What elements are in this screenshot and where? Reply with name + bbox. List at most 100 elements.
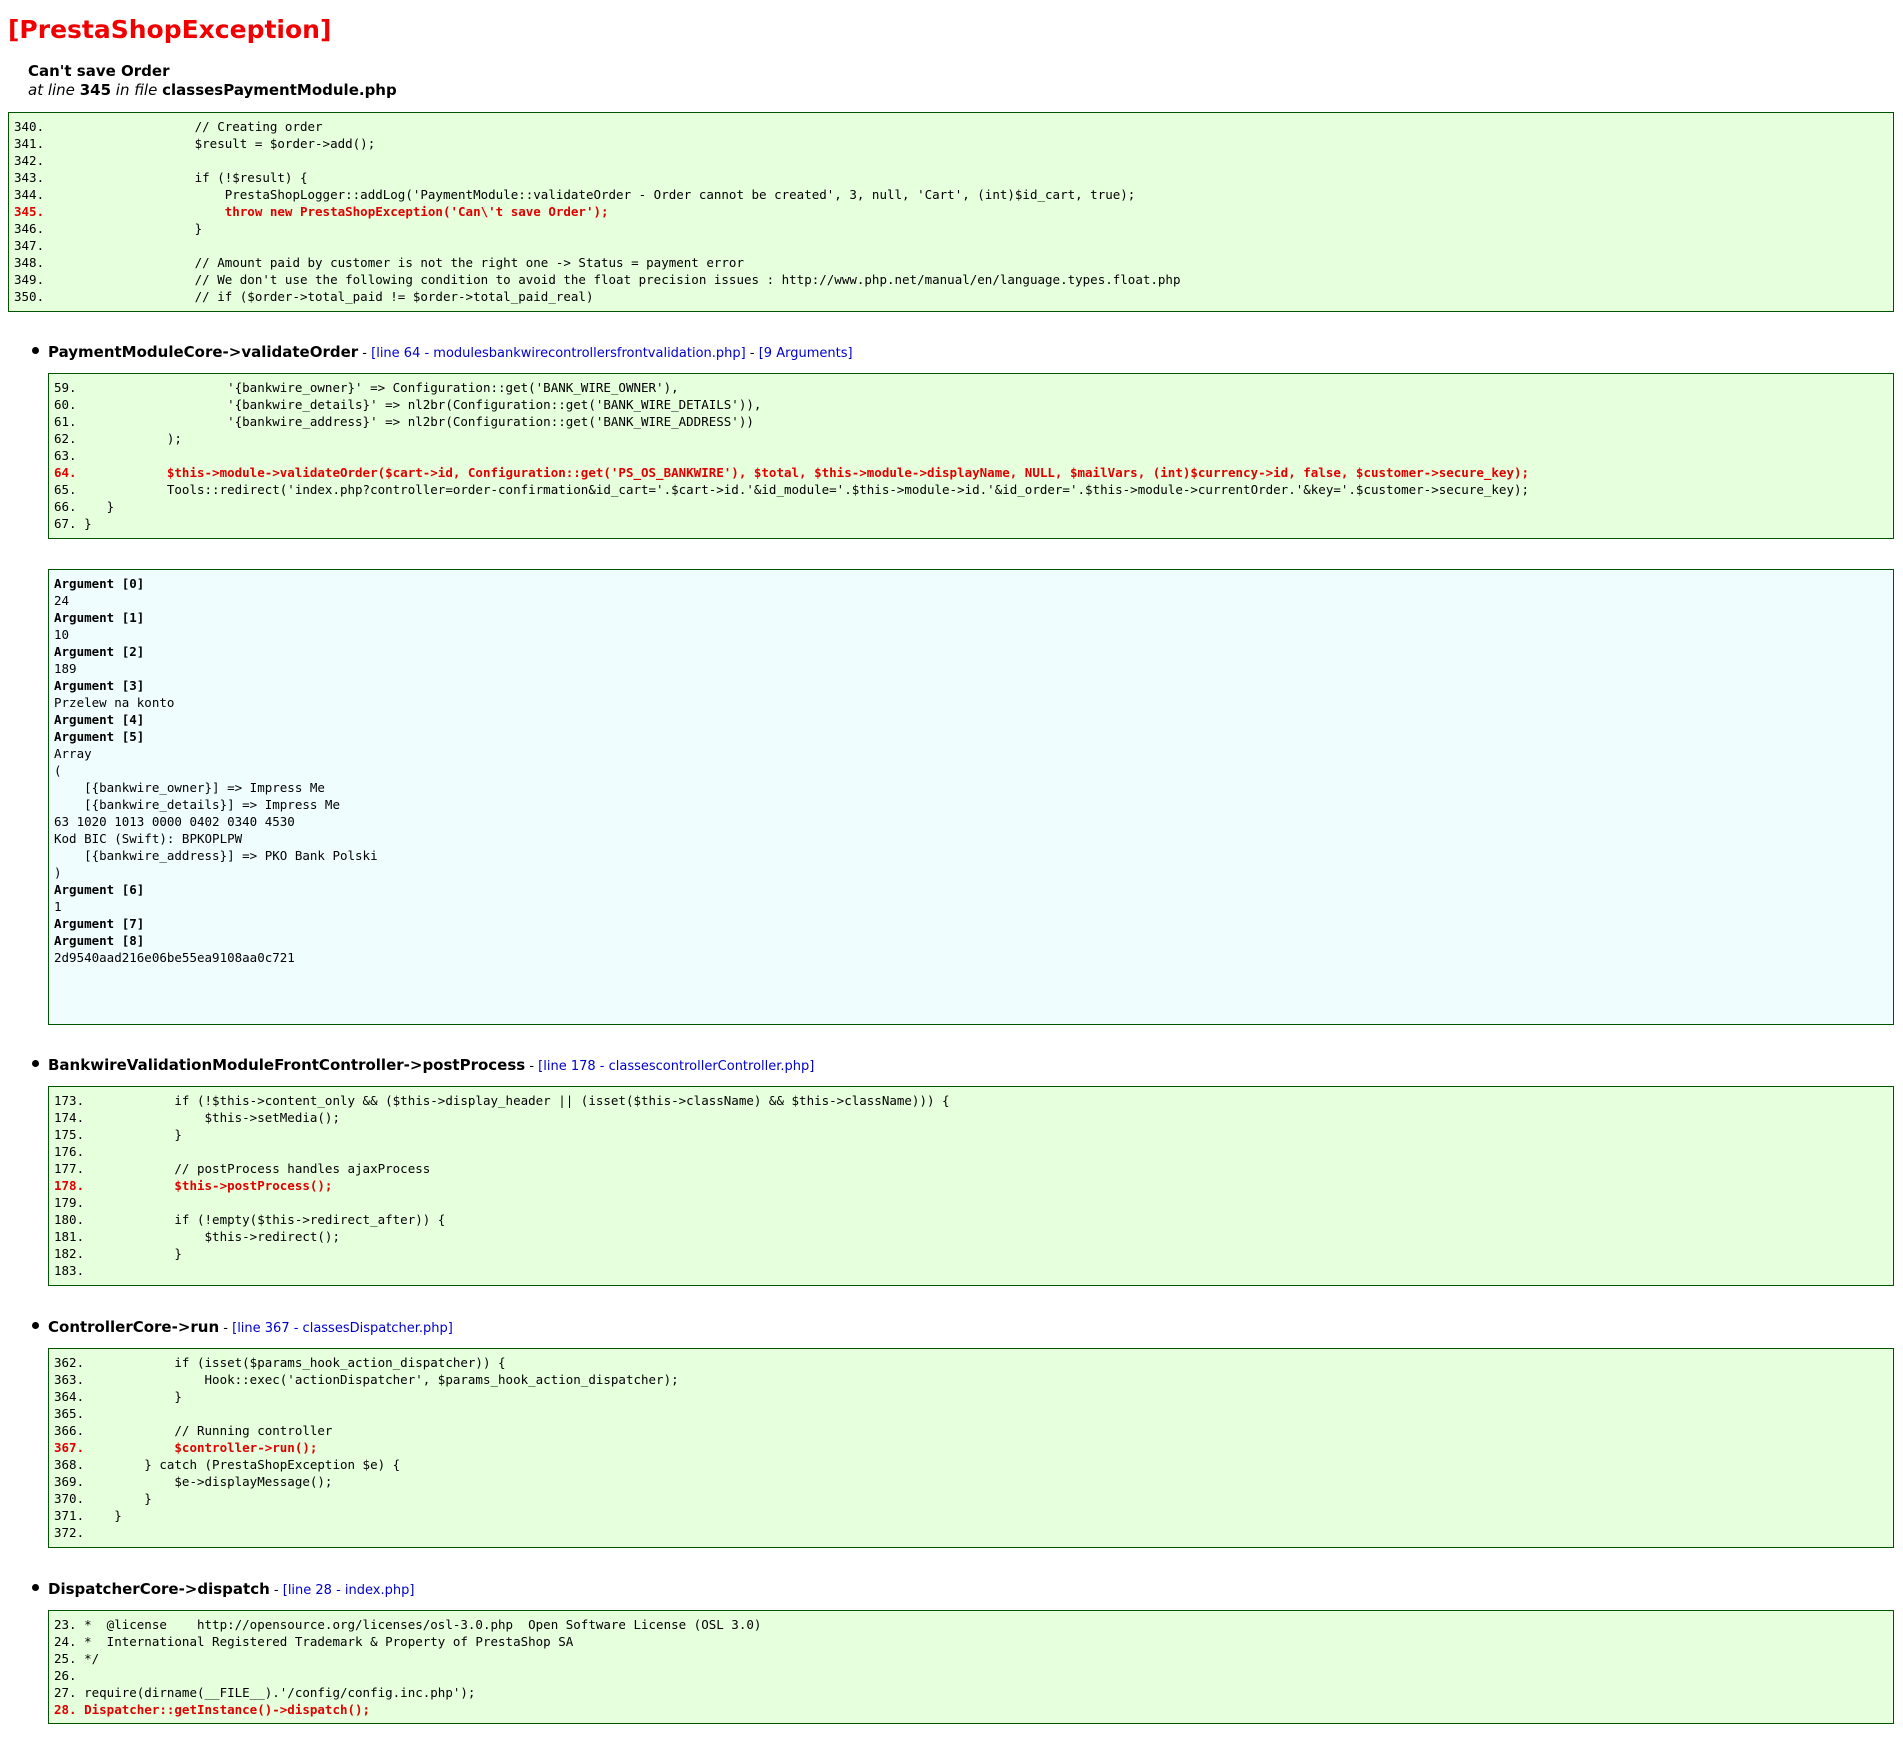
code-line: 180. if (!empty($this->redirect_after)) …: [54, 1212, 446, 1227]
argument-label: Argument [5]: [54, 729, 145, 744]
code-line: 368. } catch (PrestaShopException $e) {: [54, 1457, 401, 1472]
trace-arguments-link[interactable]: [9 Arguments]: [759, 346, 853, 361]
bullet-icon: [32, 1060, 39, 1067]
code-line: 344. PrestaShopLogger::addLog('PaymentMo…: [14, 187, 1136, 202]
code-line: 364. }: [54, 1389, 182, 1404]
trace-separator: -: [745, 346, 759, 361]
argument-label: Argument [6]: [54, 882, 145, 897]
error-message: Can't save Order: [28, 62, 170, 80]
argument-value: 1: [54, 899, 62, 914]
bullet-icon: [32, 1584, 39, 1591]
exception-title: [PrestaShopException]: [8, 15, 332, 44]
code-line: 59. '{bankwire_owner}' => Configuration:…: [54, 380, 679, 395]
argument-value: 24: [54, 593, 70, 608]
code-line: 372.: [54, 1525, 85, 1540]
trace-code-block: 173. if (!$this->content_only && ($this-…: [48, 1086, 1894, 1286]
trace-code-block: 59. '{bankwire_owner}' => Configuration:…: [48, 373, 1894, 539]
code-line: 371. }: [54, 1508, 122, 1523]
argument-label: Argument [0]: [54, 576, 145, 591]
bullet-icon: [32, 1322, 39, 1329]
argument-value: 189: [54, 661, 77, 676]
error-code-line: 345. throw new PrestaShopException('Can\…: [14, 204, 609, 219]
code-line: 63.: [54, 448, 77, 463]
exception-message: Can't save Order at line 345 in file cla…: [28, 62, 397, 100]
code-line: 23. * @license http://opensource.org/lic…: [54, 1617, 762, 1632]
trace-item-dispatch: DispatcherCore->dispatch - [line 28 - in…: [32, 1579, 414, 1601]
trace-function: PaymentModuleCore->validateOrder: [48, 343, 359, 361]
error-code-line: 367. $controller->run();: [54, 1440, 318, 1455]
trace-code-listing: 23. * @license http://opensource.org/lic…: [54, 1616, 1893, 1718]
code-line: 346. }: [14, 221, 203, 236]
code-line: 66. }: [54, 499, 115, 514]
code-line: 179.: [54, 1195, 85, 1210]
code-line: 25. */: [54, 1651, 100, 1666]
code-line: 366. // Running controller: [54, 1423, 333, 1438]
trace-separator: -: [525, 1059, 539, 1074]
code-line: 175. }: [54, 1127, 182, 1142]
trace-code-block: 23. * @license http://opensource.org/lic…: [48, 1610, 1894, 1724]
trace-location-link[interactable]: [line 178 - classescontrollerController.…: [538, 1059, 814, 1074]
code-line: 363. Hook::exec('actionDispatcher', $par…: [54, 1372, 679, 1387]
argument-label: Argument [7]: [54, 916, 145, 931]
argument-label: Argument [1]: [54, 610, 145, 625]
code-line: 60. '{bankwire_details}' => nl2br(Config…: [54, 397, 762, 412]
code-line: 62. );: [54, 431, 182, 446]
argument-value: Array ( [{bankwire_owner}] => Impress Me…: [54, 746, 378, 880]
code-line: 174. $this->setMedia();: [54, 1110, 340, 1125]
error-line-number: 345: [79, 81, 112, 99]
trace-function: DispatcherCore->dispatch: [48, 1580, 270, 1598]
code-line: 24. * International Registered Trademark…: [54, 1634, 574, 1649]
trace-function: BankwireValidationModuleFrontController-…: [48, 1056, 526, 1074]
trace-item-post-process: BankwireValidationModuleFrontController-…: [32, 1055, 814, 1077]
code-line: 26.: [54, 1668, 77, 1683]
code-line: 365.: [54, 1406, 85, 1421]
code-line: 349. // We don't use the following condi…: [14, 272, 1181, 287]
trace-item-controller-run: ControllerCore->run - [line 367 - classe…: [32, 1317, 453, 1339]
argument-label: Argument [3]: [54, 678, 145, 693]
code-line: 369. $e->displayMessage();: [54, 1474, 333, 1489]
code-line: 347.: [14, 238, 45, 253]
code-line: 182. }: [54, 1246, 182, 1261]
code-line: 177. // postProcess handles ajaxProcess: [54, 1161, 431, 1176]
trace-arguments-block: Argument [0] 24 Argument [1] 10 Argument [2]…: [48, 569, 1894, 1025]
argument-value: Przelew na konto: [54, 695, 175, 710]
trace-item-validate-order: PaymentModuleCore->validateOrder - [line…: [32, 342, 853, 364]
code-line: 343. if (!$result) {: [14, 170, 308, 185]
argument-label: Argument [4]: [54, 712, 145, 727]
trace-function: ControllerCore->run: [48, 1318, 220, 1336]
trace-code-listing: 59. '{bankwire_owner}' => Configuration:…: [54, 379, 1893, 532]
arguments-listing: Argument [0] 24 Argument [1] 10 Argument [2]…: [54, 575, 1893, 966]
error-code-line: 28. Dispatcher::getInstance()->dispatch(…: [54, 1702, 371, 1717]
code-line: 370. }: [54, 1491, 152, 1506]
error-code-line: 178. $this->postProcess();: [54, 1178, 333, 1193]
error-file-name: classesPaymentModule.php: [162, 81, 397, 99]
code-line: 183.: [54, 1263, 85, 1278]
code-line: 61. '{bankwire_address}' => nl2br(Config…: [54, 414, 754, 429]
argument-value: 10: [54, 627, 70, 642]
bullet-icon: [32, 347, 39, 354]
trace-separator: -: [219, 1321, 233, 1336]
trace-location-link[interactable]: [line 64 - modulesbankwirecontrollersfro…: [371, 346, 746, 361]
code-line: 341. $result = $order->add();: [14, 136, 376, 151]
argument-label: Argument [8]: [54, 933, 145, 948]
trace-code-listing: 173. if (!$this->content_only && ($this-…: [54, 1092, 1893, 1279]
trace-code-block: 362. if (isset($params_hook_action_dispa…: [48, 1348, 1894, 1548]
code-line: 348. // Amount paid by customer is not t…: [14, 255, 744, 270]
code-line: 350. // if ($order->total_paid != $order…: [14, 289, 594, 304]
code-line: 65. Tools::redirect('index.php?controlle…: [54, 482, 1530, 497]
code-line: 181. $this->redirect();: [54, 1229, 340, 1244]
trace-code-listing: 362. if (isset($params_hook_action_dispa…: [54, 1354, 1893, 1541]
code-line: 27. require(dirname(__FILE__).'/config/c…: [54, 1685, 476, 1700]
code-line: 362. if (isset($params_hook_action_dispa…: [54, 1355, 506, 1370]
code-line: 173. if (!$this->content_only && ($this-…: [54, 1093, 950, 1108]
trace-location-link[interactable]: [line 367 - classesDispatcher.php]: [232, 1321, 453, 1336]
argument-label: Argument [2]: [54, 644, 145, 659]
argument-value: 2d9540aad216e06be55ea9108aa0c721: [54, 950, 295, 965]
at-line-text: at line: [28, 81, 75, 99]
code-line: 176.: [54, 1144, 85, 1159]
code-line: 342.: [14, 153, 45, 168]
trace-separator: -: [358, 346, 372, 361]
main-code-block: 340. // Creating order 341. $result = $or…: [8, 112, 1894, 312]
trace-location-link[interactable]: [line 28 - index.php]: [283, 1583, 415, 1598]
error-location: at line 345 in file classesPaymentModule…: [28, 81, 397, 100]
